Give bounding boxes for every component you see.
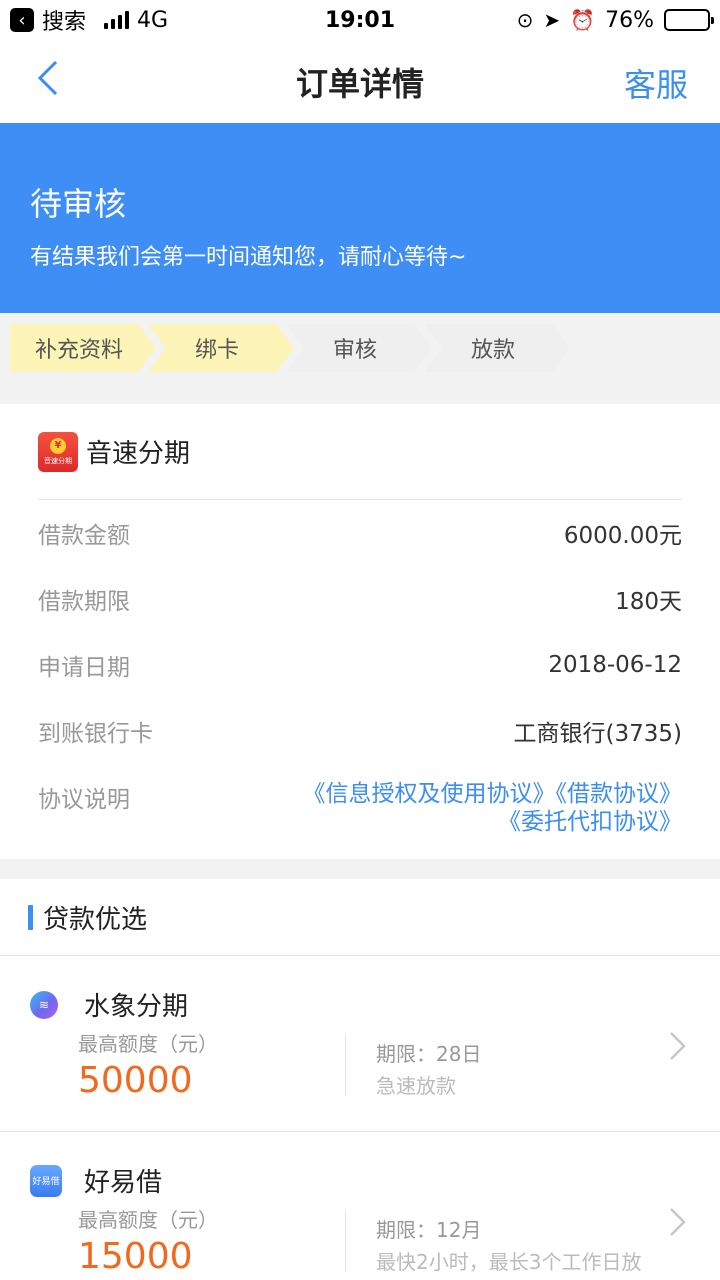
row-value: 6000.00元 [563, 523, 682, 549]
lender-header: ¥ 音速分期 音速分期 [38, 404, 682, 500]
loan-recommendations: 贷款优选 ≋ 水象分期 最高额度（元） 50000 期限：28日 急速放款 好易… [0, 879, 720, 1280]
vertical-divider [345, 1210, 346, 1272]
loan-desc: 最快2小时，最长3个工作日放 [376, 1250, 642, 1274]
page-title: 订单详情 [295, 64, 424, 103]
water-wave-logo-icon: ≋ [30, 990, 58, 1019]
step-bind-card: 绑卡 [148, 324, 294, 372]
section-header: 贷款优选 [0, 879, 720, 956]
loan-term: 期限：28日 [376, 1042, 482, 1066]
vertical-divider [345, 1034, 346, 1096]
row-label: 协议说明 [38, 787, 130, 813]
status-bar: ‹ 搜索 4G 19:01 ⊙ ➤ ⏰ 76% [0, 0, 720, 40]
signal-icon [104, 11, 130, 29]
loan-name: 好易借 [84, 1168, 163, 1198]
loan-title: 好易借 好易借 [30, 1162, 162, 1199]
agreement-links: 《信息授权及使用协议》《借款协议》 《委托代扣协议》 [303, 780, 683, 836]
chevron-right-icon[interactable] [668, 1206, 688, 1238]
quota-label: 最高额度（元） [78, 1208, 218, 1232]
battery-percent: 76% [605, 7, 654, 33]
loan-name: 水象分期 [84, 992, 189, 1022]
step-label: 绑卡 [194, 338, 239, 363]
back-arrow-icon[interactable] [30, 58, 70, 98]
network-type: 4G [137, 7, 169, 33]
section-title: 贷款优选 [43, 904, 148, 935]
section-accent-bar [28, 904, 33, 930]
lender-logo-icon: 好易借 [30, 1164, 62, 1197]
lender-logo: ¥ 音速分期 [38, 431, 78, 472]
loan-amount-row: 借款金额 6000.00元 [38, 500, 682, 566]
quota-value: 50000 [78, 1060, 193, 1101]
agreement-link-line2[interactable]: 《委托代扣协议》 [303, 808, 682, 836]
alarm-icon: ⏰ [570, 8, 596, 32]
loan-item[interactable]: 好易借 好易借 最高额度（元） 15000 期限：12月 最快2小时，最长3个工… [0, 1132, 720, 1280]
row-label: 申请日期 [38, 655, 130, 681]
bank-card-row: 到账银行卡 工商银行(3735) [38, 698, 682, 764]
battery-icon [664, 9, 714, 31]
lender-name: 音速分期 [86, 439, 191, 469]
customer-service-button[interactable]: 客服 [624, 60, 688, 106]
status-subtitle: 有结果我们会第一时间通知您，请耐心等待~ [30, 245, 467, 270]
row-value: 180天 [615, 589, 682, 615]
quota-value: 15000 [78, 1236, 193, 1277]
step-label: 补充资料 [34, 338, 123, 363]
agreement-link-line1[interactable]: 《信息授权及使用协议》《借款协议》 [303, 780, 683, 808]
loan-desc: 急速放款 [376, 1074, 456, 1098]
progress-steps: 补充资料 绑卡 审核 放款 [10, 324, 570, 372]
quota-label: 最高额度（元） [78, 1032, 218, 1056]
row-label: 到账银行卡 [38, 721, 153, 747]
logo-text: 音速分期 [44, 456, 72, 465]
row-value: 工商银行(3735) [513, 721, 682, 747]
agreement-row: 协议说明 《信息授权及使用协议》《借款协议》 《委托代扣协议》 [38, 764, 682, 836]
loan-title: ≋ 水象分期 [30, 986, 188, 1023]
nav-bar: 订单详情 客服 [0, 40, 720, 123]
row-label: 借款金额 [38, 523, 130, 549]
rotation-lock-icon: ⊙ [516, 8, 534, 32]
order-info-card: ¥ 音速分期 音速分期 借款金额 6000.00元 借款期限 180天 申请日期… [0, 404, 720, 859]
back-to-app-icon[interactable]: ‹ [10, 8, 34, 32]
step-disburse: 放款 [424, 324, 570, 372]
row-value: 2018-06-12 [548, 652, 682, 678]
status-title: 待审核 [30, 185, 127, 223]
yen-coin-icon: ¥ [50, 437, 66, 454]
loan-term-row: 借款期限 180天 [38, 566, 682, 632]
step-label: 审核 [332, 338, 377, 363]
apply-date-row: 申请日期 2018-06-12 [38, 632, 682, 698]
location-icon: ➤ [543, 8, 561, 32]
loan-term: 期限：12月 [376, 1218, 482, 1242]
loan-item[interactable]: ≋ 水象分期 最高额度（元） 50000 期限：28日 急速放款 [0, 956, 720, 1132]
status-banner: 待审核 有结果我们会第一时间通知您，请耐心等待~ [0, 123, 720, 313]
step-review: 审核 [286, 324, 432, 372]
step-label: 放款 [470, 338, 515, 363]
row-label: 借款期限 [38, 589, 130, 615]
step-supplement-info: 补充资料 [10, 324, 156, 372]
back-to-app-label[interactable]: 搜索 [42, 4, 86, 36]
chevron-right-icon[interactable] [668, 1030, 688, 1062]
